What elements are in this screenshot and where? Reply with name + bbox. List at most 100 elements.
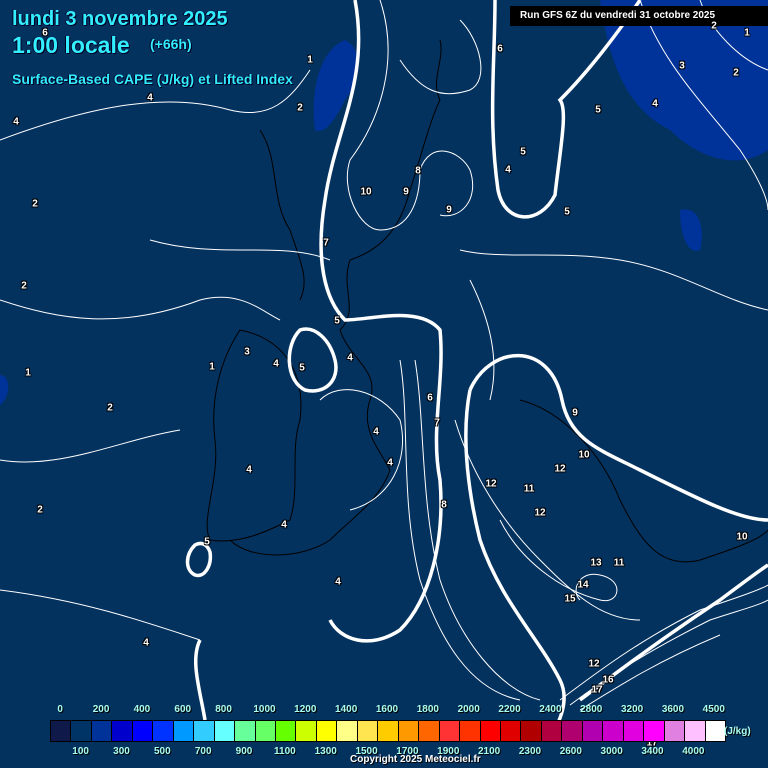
legend-swatch — [337, 721, 358, 741]
contour-label: 4 — [387, 457, 393, 469]
contour-label: 8 — [415, 165, 421, 177]
legend-bottom-label: 3000 — [600, 746, 623, 757]
legend-swatch — [603, 721, 624, 741]
contour-label: 2 — [297, 102, 303, 114]
legend-swatch — [112, 721, 133, 741]
legend-top-label: 1200 — [294, 704, 317, 715]
forecast-lead: (+66h) — [150, 36, 192, 52]
contour-label: 1 — [307, 54, 313, 66]
contour-label: 3 — [679, 60, 685, 72]
legend-swatch — [419, 721, 440, 741]
legend-top-label: 1800 — [416, 704, 439, 715]
contour-label: 2 — [733, 67, 739, 79]
legend-swatch — [460, 721, 481, 741]
run-info: Run GFS 6Z du vendredi 31 octobre 2025 — [510, 6, 768, 26]
contour-label: 4 — [147, 92, 153, 104]
contour-label: 4 — [281, 519, 287, 531]
contour-label: 4 — [335, 576, 341, 588]
contour-label: 16 — [602, 674, 614, 686]
legend-bottom-label: 1100 — [274, 746, 296, 757]
legend-swatch — [500, 721, 522, 741]
legend-swatch — [316, 721, 338, 741]
legend-swatch — [378, 721, 399, 741]
legend-top-label: 4500 — [702, 704, 725, 715]
legend-swatch — [296, 721, 317, 741]
contour-label: 5 — [334, 315, 340, 327]
contour-label: 12 — [588, 658, 600, 670]
contour-label: 13 — [590, 557, 602, 569]
map-subtitle: Surface-Based CAPE (J/kg) et Lifted Inde… — [12, 71, 293, 87]
legend-top-label: 3600 — [661, 704, 685, 715]
legend-swatch — [664, 721, 686, 741]
legend-top-label: 200 — [92, 704, 110, 715]
contour-label: 2 — [37, 504, 43, 516]
contour-label: 8 — [441, 499, 447, 511]
legend-top-label: 1000 — [253, 704, 276, 715]
legend-bottom-label: 700 — [194, 746, 212, 757]
legend-top-label: 600 — [174, 704, 192, 715]
legend-swatch — [541, 721, 563, 741]
legend-swatch — [562, 721, 583, 741]
contour-label: 12 — [534, 507, 546, 519]
contour-label: 2 — [107, 402, 113, 414]
legend-swatch — [71, 721, 92, 741]
contour-label: 14 — [577, 579, 589, 591]
contour-label: 4 — [347, 352, 353, 364]
contour-label: 6 — [427, 392, 433, 404]
legend-swatch — [521, 721, 542, 741]
contour-label: 2 — [711, 20, 717, 32]
legend-bottom-label: 100 — [72, 746, 89, 757]
map-time: 1:00 locale — [12, 32, 130, 58]
cape-shading — [0, 0, 768, 405]
legend-top-label: 2000 — [457, 704, 480, 715]
legend-top-label: 0 — [57, 704, 63, 715]
contour-label: 7 — [434, 417, 440, 429]
legend-swatch — [398, 721, 420, 741]
legend-top-label: 2400 — [539, 704, 562, 715]
legend-swatch — [194, 721, 215, 741]
legend-top-label: 1600 — [375, 704, 399, 715]
legend-swatch — [255, 721, 276, 741]
contour-label: 4 — [505, 164, 511, 176]
legend-top-label: 1400 — [335, 704, 358, 715]
contour-label: 12 — [485, 478, 497, 490]
legend-swatch — [91, 721, 113, 741]
contour-label: 9 — [572, 407, 578, 419]
legend-top-label: 400 — [133, 704, 151, 715]
legend-bottom-label: 3400 — [641, 746, 664, 757]
contour-label: 10 — [578, 449, 590, 461]
contour-label: 2 — [21, 280, 27, 292]
legend-swatch — [173, 721, 195, 741]
legend-bottom-label: 300 — [113, 746, 130, 757]
cape-map — [0, 0, 768, 741]
contour-label: 4 — [143, 637, 149, 649]
contour-label: 5 — [595, 104, 601, 116]
legend-bar — [50, 720, 726, 742]
legend-bottom-label: 2100 — [477, 746, 501, 757]
contour-label: 5 — [520, 146, 526, 158]
contour-label: 1 — [209, 361, 215, 373]
copyright: Copyright 2025 Meteociel.fr — [350, 754, 481, 765]
contour-label: 5 — [564, 206, 570, 218]
legend-swatch — [480, 721, 501, 741]
contour-label: 17 — [591, 684, 603, 696]
contour-label: 12 — [554, 463, 566, 475]
legend-swatch — [235, 721, 256, 741]
legend-bottom-label: 500 — [153, 746, 171, 757]
legend-bottom-label: 4000 — [682, 746, 705, 757]
contour-label: 4 — [273, 358, 279, 370]
contour-label: 11 — [523, 483, 535, 495]
contour-label: 4 — [652, 98, 658, 110]
contour-label: 10 — [360, 186, 372, 198]
contour-label: 1 — [25, 367, 31, 379]
legend-bottom-label: 2600 — [559, 746, 582, 757]
contour-label: 3 — [244, 346, 250, 358]
contour-label: 5 — [299, 362, 305, 374]
legend-swatch — [623, 721, 645, 741]
legend-top-label: 3200 — [620, 704, 644, 715]
contour-label: 5 — [204, 536, 210, 548]
contour-label: 6 — [497, 43, 503, 55]
contour-label: 6 — [42, 27, 48, 39]
contour-label: 10 — [736, 531, 748, 543]
contour-label: 9 — [446, 204, 452, 216]
